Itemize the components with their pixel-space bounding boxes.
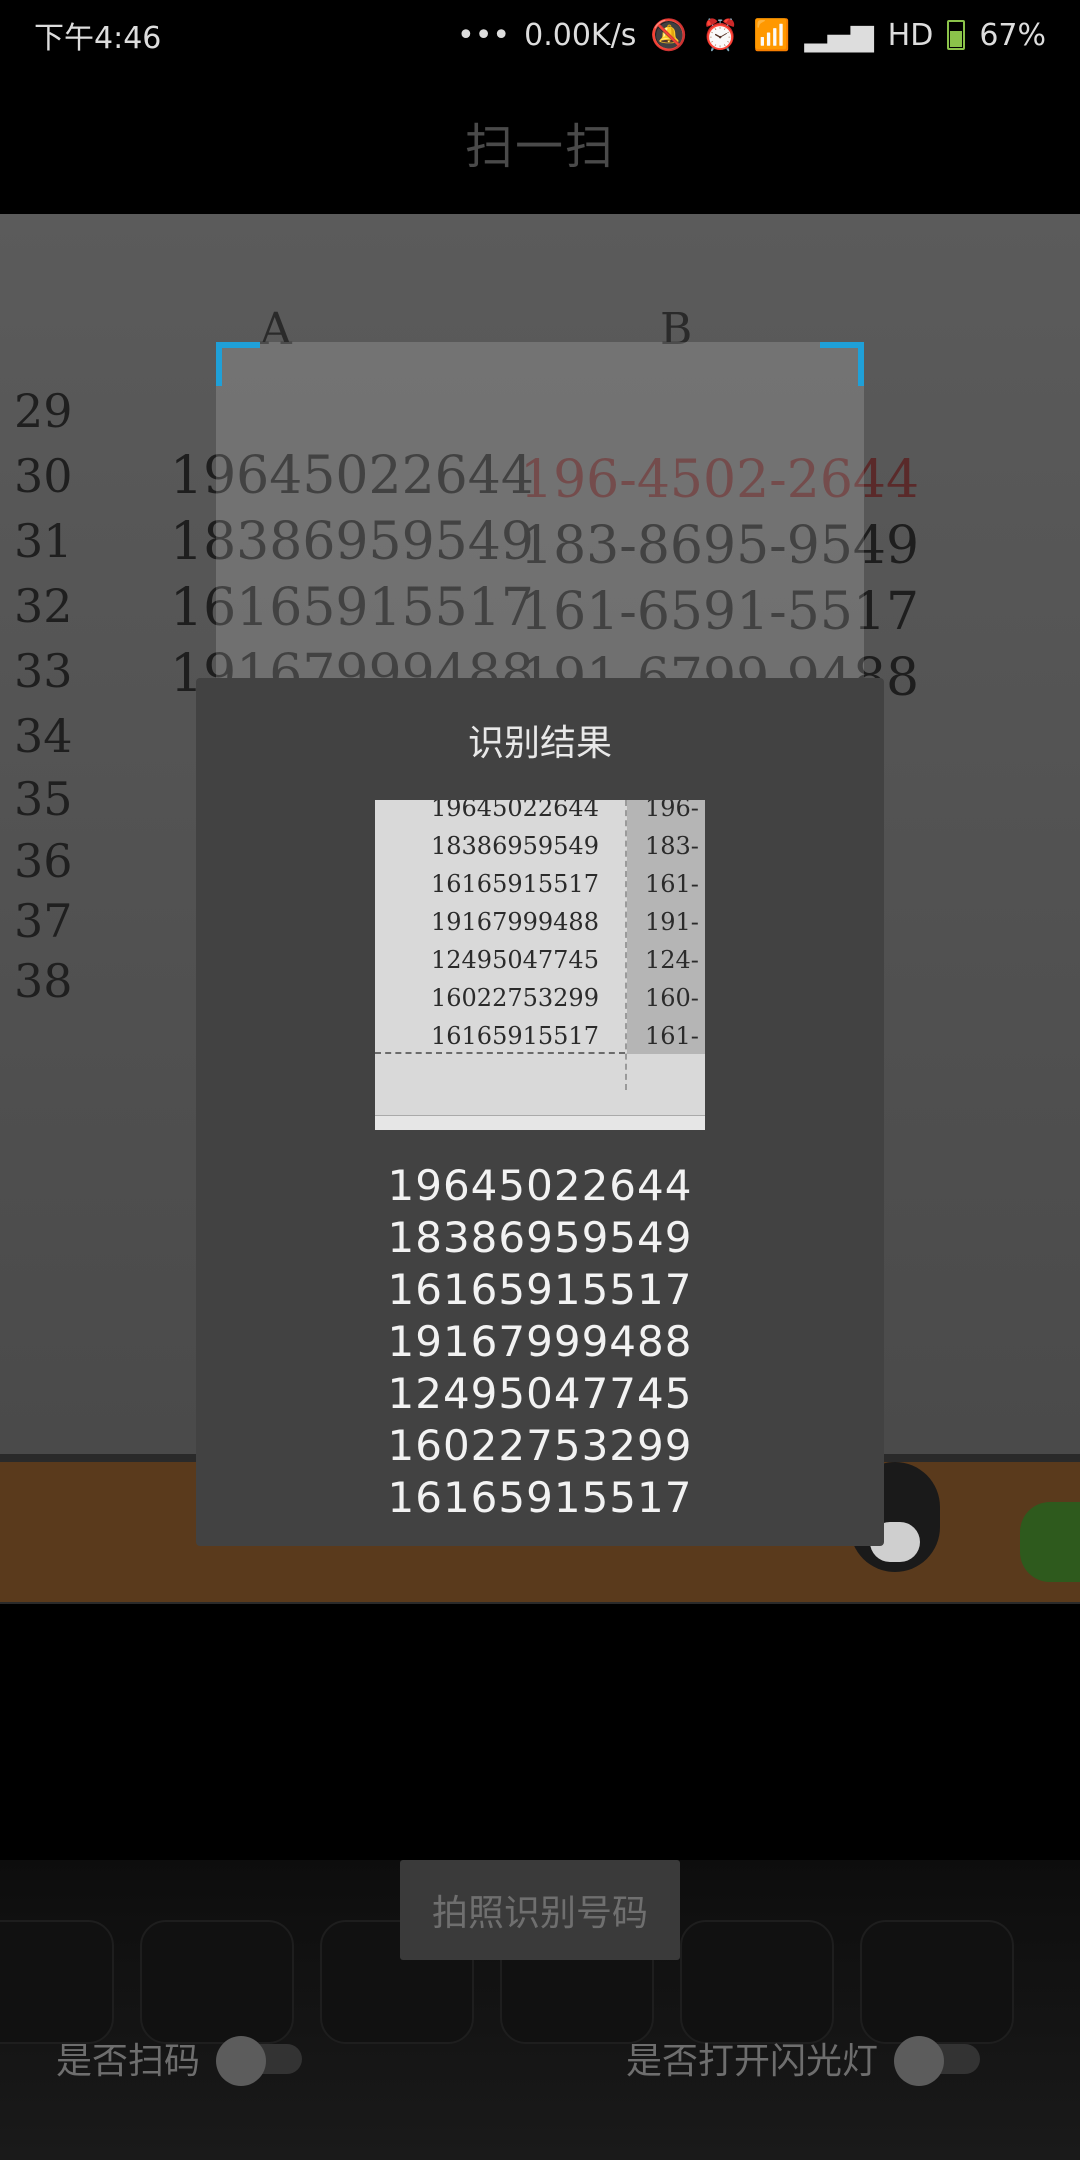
thumbnail-cell-a: 16165915517: [431, 870, 599, 898]
thumbnail-cell-a: 19167999488: [431, 908, 599, 936]
row-number: 31: [14, 514, 73, 568]
thumbnail-cell-b: 196-: [645, 800, 699, 822]
thumbnail-cell-b: 161-: [645, 1022, 699, 1050]
thumbnail-cell-a: 16165915517: [431, 1022, 599, 1050]
thumbnail-cell-a: 16022753299: [431, 984, 599, 1012]
wechat-icon: [1020, 1502, 1080, 1582]
scan-toggle-label: 是否扫码: [56, 2041, 201, 2082]
row-number: 33: [14, 644, 73, 698]
thumbnail-cell-b: 124-: [645, 946, 699, 974]
thumbnail-row: 19167999488 191-: [375, 908, 705, 946]
thumbnail-cell-b: 183-: [645, 832, 699, 860]
row-number: 29: [14, 384, 73, 438]
row-number: 32: [14, 579, 73, 633]
mute-icon: 🔕: [650, 17, 688, 53]
scan-corner-icon: [820, 342, 864, 386]
row-number: 30: [14, 449, 73, 503]
recognized-number: 19645022644: [387, 1161, 693, 1210]
status-bar: 下午4:46 ••• 0.00K/s 🔕 ⏰ 📶 ▂▄▆ HD 67%: [0, 0, 1080, 70]
thumbnail-cell-a: 19645022644: [431, 800, 599, 822]
signal-icon: ▂▄▆: [804, 17, 874, 53]
page-title: 扫一扫: [464, 119, 615, 175]
recognized-number: 16022753299: [387, 1421, 693, 1470]
flash-toggle-label: 是否打开闪光灯: [626, 2041, 879, 2082]
result-dialog: 识别结果 19645022644 196- 18386959549 183- 1…: [196, 678, 884, 1546]
row-number: 34: [14, 709, 73, 763]
recognized-number: 18386959549: [387, 1213, 693, 1262]
recognized-number: 16165915517: [387, 1473, 693, 1522]
alarm-icon: ⏰: [701, 17, 740, 53]
row-number: 37: [14, 894, 73, 948]
scan-toggle[interactable]: [216, 2036, 303, 2086]
recognized-numbers: 19645022644 18386959549 16165915517 1916…: [388, 1160, 693, 1524]
thumbnail-cell-a: 12495047745: [431, 946, 599, 974]
row-number: 38: [14, 954, 73, 1008]
scan-toggle-thumb: [216, 2036, 267, 2086]
status-icons: ••• 0.00K/s 🔕 ⏰ 📶 ▂▄▆ HD 67%: [457, 18, 1046, 53]
status-time: 下午4:46: [34, 21, 162, 56]
row-number: 36: [14, 834, 73, 888]
scan-corner-icon: [216, 342, 260, 386]
thumbnail-cell-b: 191-: [645, 908, 699, 936]
more-dots-icon: •••: [457, 17, 511, 53]
thumbnail-row: 16165915517 161-: [375, 1022, 705, 1060]
thumbnail-row: 18386959549 183-: [375, 832, 705, 870]
row-number: 35: [14, 772, 73, 826]
flash-toggle-row: 是否打开闪光灯: [626, 2032, 981, 2086]
app-bar: 扫一扫: [0, 70, 1080, 214]
hd-indicator: HD: [887, 17, 934, 53]
scan-toggle-row: 是否扫码: [56, 2032, 303, 2086]
battery-percent: 67%: [979, 17, 1046, 53]
dialog-title: 识别结果: [467, 723, 612, 764]
thumbnail-row: 16165915517 161-: [375, 870, 705, 908]
flash-toggle-thumb: [894, 2036, 945, 2086]
recognized-number: 16165915517: [387, 1265, 693, 1314]
recognized-number: 12495047745: [387, 1369, 693, 1418]
battery-icon: [947, 20, 966, 50]
capture-recognize-button[interactable]: 拍照识别号码: [400, 1860, 680, 1960]
scan-frame: [216, 342, 864, 682]
thumbnail-row: 19645022644 196-: [375, 800, 705, 832]
keyboard-key: [140, 1920, 294, 2044]
thumbnail-cell-b: 160-: [645, 984, 699, 1012]
wifi-icon: 📶: [753, 17, 791, 53]
thumbnail-cell-b: 161-: [645, 870, 699, 898]
recognized-number: 19167999488: [387, 1317, 693, 1366]
thumbnail-dashed-line: [375, 1052, 625, 1054]
keyboard-key: [680, 1920, 834, 2044]
keyboard-key: [860, 1920, 1014, 2044]
thumbnail-row: 12495047745 124-: [375, 946, 705, 984]
thumbnail-row: 16022753299 160-: [375, 984, 705, 1022]
captured-thumbnail: 19645022644 196- 18386959549 183- 161659…: [375, 800, 705, 1130]
flash-toggle[interactable]: [894, 2036, 981, 2086]
thumbnail-cell-a: 18386959549: [431, 832, 599, 860]
thumbnail-sheet-tabs: [375, 1115, 705, 1130]
network-speed: 0.00K/s: [524, 17, 637, 53]
keyboard-key: [0, 1920, 114, 2044]
